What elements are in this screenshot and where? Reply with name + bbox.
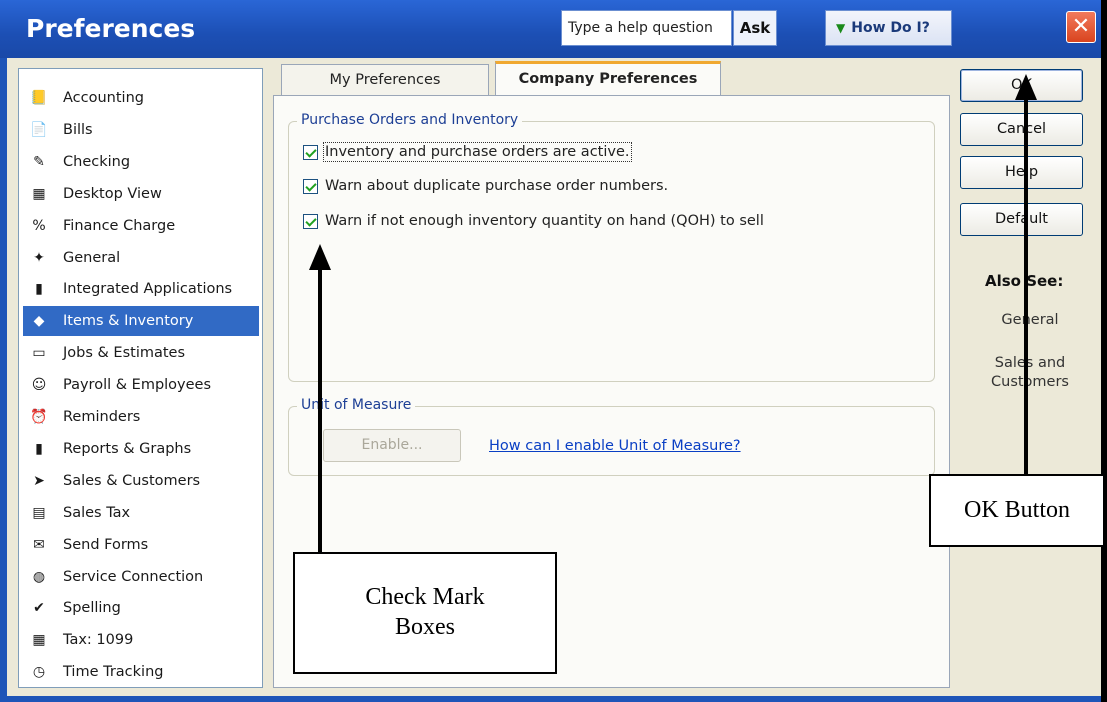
sidebar-item-label: Payroll & Employees — [63, 377, 212, 394]
sidebar-item-label: Service Connection — [63, 568, 204, 585]
triangle-down-icon: ▼ — [836, 21, 846, 35]
checkmark-callout: Check Mark Boxes — [293, 552, 557, 674]
tab-my-preferences[interactable]: My Preferences — [281, 64, 489, 96]
category-icon: ⏰ — [30, 409, 48, 425]
unit-of-measure-group: Unit of Measure Enable... How can I enab… — [288, 397, 935, 476]
inventory-active-option[interactable]: Inventory and purchase orders are active… — [303, 142, 632, 162]
category-icon: 📒 — [30, 90, 48, 106]
sidebar-item[interactable]: 📒 Accounting — [23, 83, 259, 113]
sidebar-item[interactable]: ◍ Service Connection — [23, 562, 259, 592]
category-icon: ✎ — [33, 153, 45, 170]
category-icon: ◷ — [32, 664, 46, 681]
sidebar-item-label: Time Tracking — [63, 664, 164, 681]
sidebar-item-label: Sales & Customers — [63, 472, 201, 489]
sidebar-item-label: Integrated Applications — [63, 281, 233, 298]
category-icon: ▤ — [32, 504, 46, 521]
ok-arrow-head — [1015, 74, 1037, 100]
sidebar-item[interactable]: ✔ Spelling — [23, 593, 259, 623]
category-icon: ☺ — [31, 377, 47, 394]
category-icon: ✉ — [33, 536, 45, 553]
category-icon: ➤ — [33, 472, 45, 489]
category-icon: ▦ — [32, 185, 46, 202]
warn-qoh-checkbox[interactable] — [303, 213, 318, 229]
help-question-input[interactable]: Type a help question — [561, 10, 732, 46]
help-button[interactable]: Help — [960, 156, 1083, 189]
sidebar-item[interactable]: ✦ General — [23, 243, 259, 273]
purchase-orders-group: Purchase Orders and Inventory Inventory … — [288, 112, 935, 382]
category-icon: ▮ — [35, 440, 43, 457]
category-icon: 📄 — [30, 121, 48, 138]
enable-button[interactable]: Enable... — [323, 429, 461, 462]
inventory-active-checkbox[interactable] — [303, 144, 318, 160]
enable-uom-help-link[interactable]: How can I enable Unit of Measure? — [489, 438, 741, 454]
sidebar-item[interactable]: ▤ Sales Tax — [23, 498, 259, 528]
inventory-active-label: Inventory and purchase orders are active… — [323, 142, 632, 162]
category-icon: ◍ — [32, 568, 46, 585]
category-icon: ▦ — [32, 632, 46, 649]
category-icon: ◆ — [33, 313, 45, 330]
sidebar-item-label: Items & Inventory — [63, 313, 194, 330]
category-icon: ✔ — [33, 600, 45, 617]
category-icon: % — [32, 217, 46, 234]
sidebar-item[interactable]: % Finance Charge — [23, 211, 259, 241]
how-do-i-label: How Do I? — [851, 20, 930, 36]
window-title: Preferences — [26, 14, 196, 43]
sidebar-item-label: Send Forms — [63, 536, 149, 553]
sidebar-item-label: Tax: 1099 — [63, 632, 134, 649]
ok-callout: OK Button — [929, 474, 1105, 547]
ask-button[interactable]: Ask — [733, 10, 777, 46]
sidebar-item[interactable]: ▮ Integrated Applications — [23, 274, 259, 304]
sidebar-item[interactable]: ▦ Tax: 1099 — [23, 625, 259, 655]
unit-of-measure-legend: Unit of Measure — [297, 397, 416, 413]
category-icon: ▮ — [35, 281, 43, 298]
sidebar-item-label: Sales Tax — [63, 504, 131, 521]
sidebar-item[interactable]: ✎ Checking — [23, 147, 259, 177]
warn-duplicate-po-option[interactable]: Warn about duplicate purchase order numb… — [303, 178, 668, 194]
sidebar-item[interactable]: ▦ Desktop View — [23, 179, 259, 209]
cancel-button[interactable]: Cancel — [960, 113, 1083, 146]
ok-arrow-line — [1024, 98, 1028, 475]
sidebar-item-label: Jobs & Estimates — [63, 345, 186, 362]
warn-duplicate-po-checkbox[interactable] — [303, 178, 318, 194]
warn-qoh-option[interactable]: Warn if not enough inventory quantity on… — [303, 213, 764, 229]
sidebar-item[interactable]: 📄 Bills — [23, 115, 259, 145]
sidebar-item-label: Checking — [63, 153, 131, 170]
sidebar-item-label: General — [63, 249, 121, 266]
sidebar-item-label: Reports & Graphs — [63, 440, 192, 457]
sidebar-item-label: Bills — [63, 121, 93, 138]
close-button[interactable]: ✕ — [1066, 11, 1096, 43]
category-icon: ▭ — [32, 345, 46, 362]
sidebar-item[interactable]: ⏰ Reminders — [23, 402, 259, 432]
sidebar-item[interactable]: ◆ Items & Inventory — [23, 306, 259, 337]
category-icon: ✦ — [33, 249, 45, 266]
title-bar: Preferences Type a help question Ask ▼ Ho… — [0, 0, 1101, 58]
sidebar-item[interactable]: ▭ Jobs & Estimates — [23, 338, 259, 368]
sidebar-item-label: Reminders — [63, 409, 141, 425]
sidebar-item-label: Accounting — [63, 90, 144, 106]
sidebar-item[interactable]: ◷ Time Tracking — [23, 657, 259, 687]
sidebar-item[interactable]: ✉ Send Forms — [23, 530, 259, 560]
how-do-i-button[interactable]: ▼ How Do I? — [825, 10, 952, 46]
purchase-orders-legend: Purchase Orders and Inventory — [297, 112, 523, 128]
warn-duplicate-po-label: Warn about duplicate purchase order numb… — [325, 178, 669, 194]
also-see-general-link[interactable]: General — [960, 312, 1100, 328]
sidebar-item[interactable]: ☺ Payroll & Employees — [23, 370, 259, 400]
default-button[interactable]: Default — [960, 203, 1083, 236]
tab-company-preferences[interactable]: Company Preferences — [495, 61, 721, 96]
sidebar-item-label: Finance Charge — [63, 217, 176, 234]
warn-qoh-label: Warn if not enough inventory quantity on… — [325, 213, 764, 229]
sidebar-item-label: Desktop View — [63, 185, 162, 202]
checkmark-arrow-head — [309, 244, 331, 270]
preferences-category-list[interactable]: 📒 Accounting 📄 Bills ✎ Checking ▦ Desktop View%… — [18, 68, 263, 688]
sidebar-item-label: Spelling — [63, 600, 121, 617]
sidebar-item[interactable]: ▮ Reports & Graphs — [23, 434, 259, 464]
also-see-sales-customers-link[interactable]: Sales and Customers — [960, 354, 1100, 392]
sidebar-item[interactable]: ➤ Sales & Customers — [23, 466, 259, 496]
checkmark-arrow-line — [318, 268, 322, 553]
